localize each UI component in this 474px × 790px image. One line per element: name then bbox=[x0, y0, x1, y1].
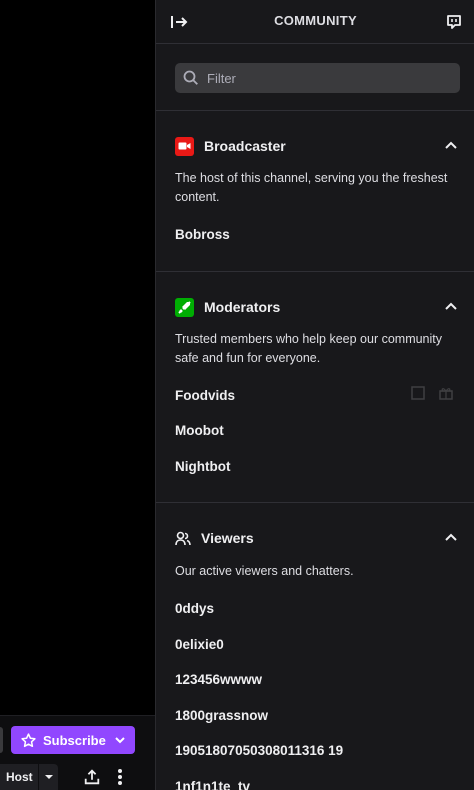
user-list-item[interactable]: 0ddys bbox=[175, 601, 214, 616]
user-list-item[interactable]: Nightbot bbox=[175, 459, 230, 474]
broadcaster-header[interactable]: Broadcaster bbox=[175, 135, 286, 157]
star-icon bbox=[21, 732, 36, 747]
user-list-item[interactable]: Moobot bbox=[175, 423, 224, 438]
search-icon bbox=[183, 70, 198, 85]
moderators-description: Trusted members who help keep our commun… bbox=[175, 332, 443, 365]
user-list-item[interactable]: Foodvids bbox=[175, 388, 235, 403]
caret-down-icon bbox=[44, 775, 53, 779]
subscribe-button[interactable]: Subscribe bbox=[11, 726, 135, 754]
viewers-icon bbox=[175, 529, 191, 548]
moderators-title: Moderators bbox=[204, 299, 281, 315]
video-player[interactable] bbox=[0, 0, 155, 790]
viewers-description: Our active viewers and chatters. bbox=[175, 564, 354, 578]
sword-icon bbox=[175, 297, 194, 317]
viewers-header[interactable]: Viewers bbox=[175, 527, 254, 549]
follow-button-edge[interactable] bbox=[0, 727, 3, 753]
broadcaster-section: Broadcaster The host of this channel, se… bbox=[156, 111, 474, 272]
filter-input[interactable] bbox=[207, 70, 447, 86]
collapse-moderators-button[interactable] bbox=[443, 298, 459, 314]
chevron-up-icon bbox=[445, 533, 457, 541]
return-to-chat-button[interactable] bbox=[443, 11, 465, 33]
panel-header: COMMUNITY bbox=[156, 0, 474, 44]
user-list-item[interactable]: Bobross bbox=[175, 227, 230, 242]
vertical-ellipsis-icon bbox=[118, 769, 122, 785]
subscribe-label: Subscribe bbox=[43, 732, 106, 748]
gift-icon bbox=[439, 388, 453, 400]
user-list-item[interactable]: 0elixie0 bbox=[175, 637, 224, 652]
collapse-viewers-button[interactable] bbox=[443, 529, 459, 545]
collapse-broadcaster-button[interactable] bbox=[443, 137, 459, 153]
community-panel: COMMUNITY Broadcaster bbox=[155, 0, 474, 790]
chevron-up-icon bbox=[445, 141, 457, 149]
share-icon bbox=[84, 769, 100, 785]
more-options-button[interactable] bbox=[112, 766, 128, 788]
filter-box[interactable] bbox=[175, 63, 460, 93]
user-list-item[interactable]: 1800grassnow bbox=[175, 708, 268, 723]
chat-bubble-icon bbox=[447, 15, 461, 29]
host-dropdown[interactable] bbox=[39, 774, 58, 780]
broadcaster-description: The host of this channel, serving you th… bbox=[175, 171, 448, 204]
broadcaster-title: Broadcaster bbox=[204, 138, 286, 154]
chevron-up-icon bbox=[445, 302, 457, 310]
host-label: Host bbox=[6, 770, 33, 784]
user-list-item[interactable]: 1nf1n1te_tv bbox=[175, 779, 250, 790]
share-button[interactable] bbox=[82, 766, 102, 788]
host-button[interactable]: Host bbox=[0, 764, 58, 790]
chevron-down-icon bbox=[115, 737, 125, 744]
square-icon bbox=[411, 386, 425, 400]
user-list-item[interactable]: 123456wwww bbox=[175, 672, 262, 687]
user-list-item[interactable]: 19051807050308011316 19 bbox=[175, 743, 343, 758]
panel-title: COMMUNITY bbox=[274, 13, 357, 28]
faint-overlay-icons bbox=[411, 386, 453, 400]
moderators-header[interactable]: Moderators bbox=[175, 296, 280, 318]
viewers-section: Viewers Our active viewers and chatters.… bbox=[156, 503, 474, 790]
video-camera-icon bbox=[175, 136, 194, 156]
viewers-title: Viewers bbox=[201, 530, 254, 546]
filter-section bbox=[156, 44, 474, 111]
